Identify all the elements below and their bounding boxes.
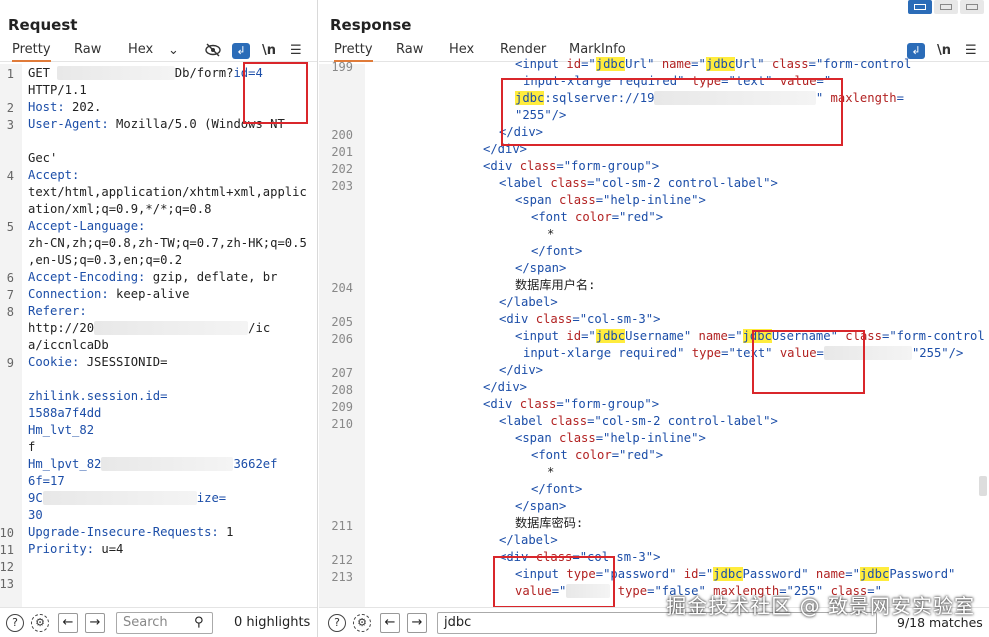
response-tab-raw[interactable]: Raw [396,42,423,57]
layout-horizontal-icon[interactable] [934,0,958,14]
request-line: Upgrade-Insecure-Requests: 1 [28,525,234,539]
response-tab-hex[interactable]: Hex [449,42,474,57]
request-line-number: 6 [6,271,14,285]
request-line: ,en-US;q=0.3,en;q=0.2 [28,253,183,267]
request-line: 30 [28,508,43,522]
chevron-down-icon[interactable]: ⌄ [168,43,179,58]
request-line: HTTP/1.1 [28,83,87,97]
request-line: 1588a7f4dd [28,406,102,420]
highlight-box-jdbc-url [501,78,843,146]
request-tab-raw[interactable]: Raw [74,42,101,57]
request-tab-hex[interactable]: Hex [128,42,153,57]
request-line: Hm_lpvt_82xxxxxxxxxxxxxxxxxx3662ef [28,457,278,471]
request-line-number: 10 [0,526,14,540]
word-wrap-icon[interactable]: ↲ [232,43,250,59]
eye-off-icon[interactable] [205,43,221,61]
request-line: text/html,application/xhtml+xml,applic [28,185,307,199]
newline-toggle[interactable]: \n [937,43,951,58]
request-line-number: 9 [6,356,14,370]
settings-gear-icon[interactable]: ⚙ [353,614,371,632]
request-line-number: 2 [6,101,14,115]
request-line: Priority: u=4 [28,542,124,556]
request-line-number: 12 [0,560,14,574]
request-line: Connection: keep-alive [28,287,190,301]
response-panel: Response Pretty Raw Hex Render MarkInfo … [319,0,989,637]
request-tabs: Pretty Raw Hex ⌄ ↲ \n ☰ [0,40,317,62]
request-line: Accept: [28,168,80,182]
request-line: Cookie: JSESSIONID= [28,355,168,369]
request-line: a/iccnlcaDb [28,338,109,352]
request-line: ation/xml;q=0.9,*/*;q=0.8 [28,202,212,216]
request-line: http://20xxxxxxxxxxxxxxxxxxxxx/ic [28,321,271,335]
vertical-scrollbar[interactable] [979,66,987,496]
request-footer: ? ⚙ ← → Search ⚲ 0 highlights [0,607,317,637]
hamburger-menu-icon[interactable]: ☰ [290,43,302,58]
request-line: Host: 202. [28,100,102,114]
request-line-number: 1 [6,67,14,81]
request-line: Accept-Language: [28,219,146,233]
watermark: 掘金技术社区 @ 致景网安实验室 [666,594,975,618]
request-line-number: 8 [6,305,14,319]
layout-tabs-icon[interactable] [960,0,984,14]
highlight-box-id [243,62,308,124]
request-line: f [28,440,36,454]
response-tab-markinfo[interactable]: MarkInfo [569,42,626,57]
request-line: Gec' [28,151,58,165]
request-line: Referer: [28,304,87,318]
request-line: zh-CN,zh;q=0.8,zh-TW;q=0.7,zh-HK;q=0.5 [28,236,307,250]
request-title: Request [8,16,78,34]
highlight-box-password [493,556,615,608]
response-tab-render[interactable]: Render [500,42,546,57]
arrow-left-icon[interactable]: ← [58,613,78,633]
search-icon: ⚲ [194,615,204,630]
request-panel: Request Pretty Raw Hex ⌄ ↲ \n ☰ 1 GET xxx… [0,0,318,637]
request-line: Hm_lvt_82 [28,423,95,437]
request-line-number: 13 [0,577,14,591]
request-line: 6f=17 [28,474,65,488]
request-tab-pretty[interactable]: Pretty [12,42,51,62]
settings-gear-icon[interactable]: ⚙ [31,614,49,632]
help-icon[interactable]: ? [328,614,346,632]
newline-toggle[interactable]: \n [262,43,276,58]
request-line: GET xxxxxxxxxxxxxxxxDb/form?id=4 [28,66,263,80]
help-icon[interactable]: ? [6,614,24,632]
request-line: Accept-Encoding: gzip, deflate, br [28,270,278,284]
layout-toggles [908,0,984,14]
hamburger-menu-icon[interactable]: ☰ [965,43,977,58]
request-line: 9Cxxxxxxxxxxxxxxxxxxxxxize= [28,491,227,505]
request-line-number: 5 [6,220,14,234]
request-line-number: 4 [6,169,14,183]
response-title: Response [330,16,412,34]
response-tab-pretty[interactable]: Pretty [334,42,373,62]
request-line-number: 3 [6,118,14,132]
highlight-box-username [752,330,865,394]
highlight-count: 0 highlights [234,615,311,630]
arrow-left-icon[interactable]: ← [380,613,400,633]
layout-side-by-side-icon[interactable] [908,0,932,14]
request-line-number: 11 [0,543,14,557]
request-line-number: 7 [6,288,14,302]
arrow-right-icon[interactable]: → [407,613,427,633]
arrow-right-icon[interactable]: → [85,613,105,633]
request-line: zhilink.session.id= [28,389,168,403]
